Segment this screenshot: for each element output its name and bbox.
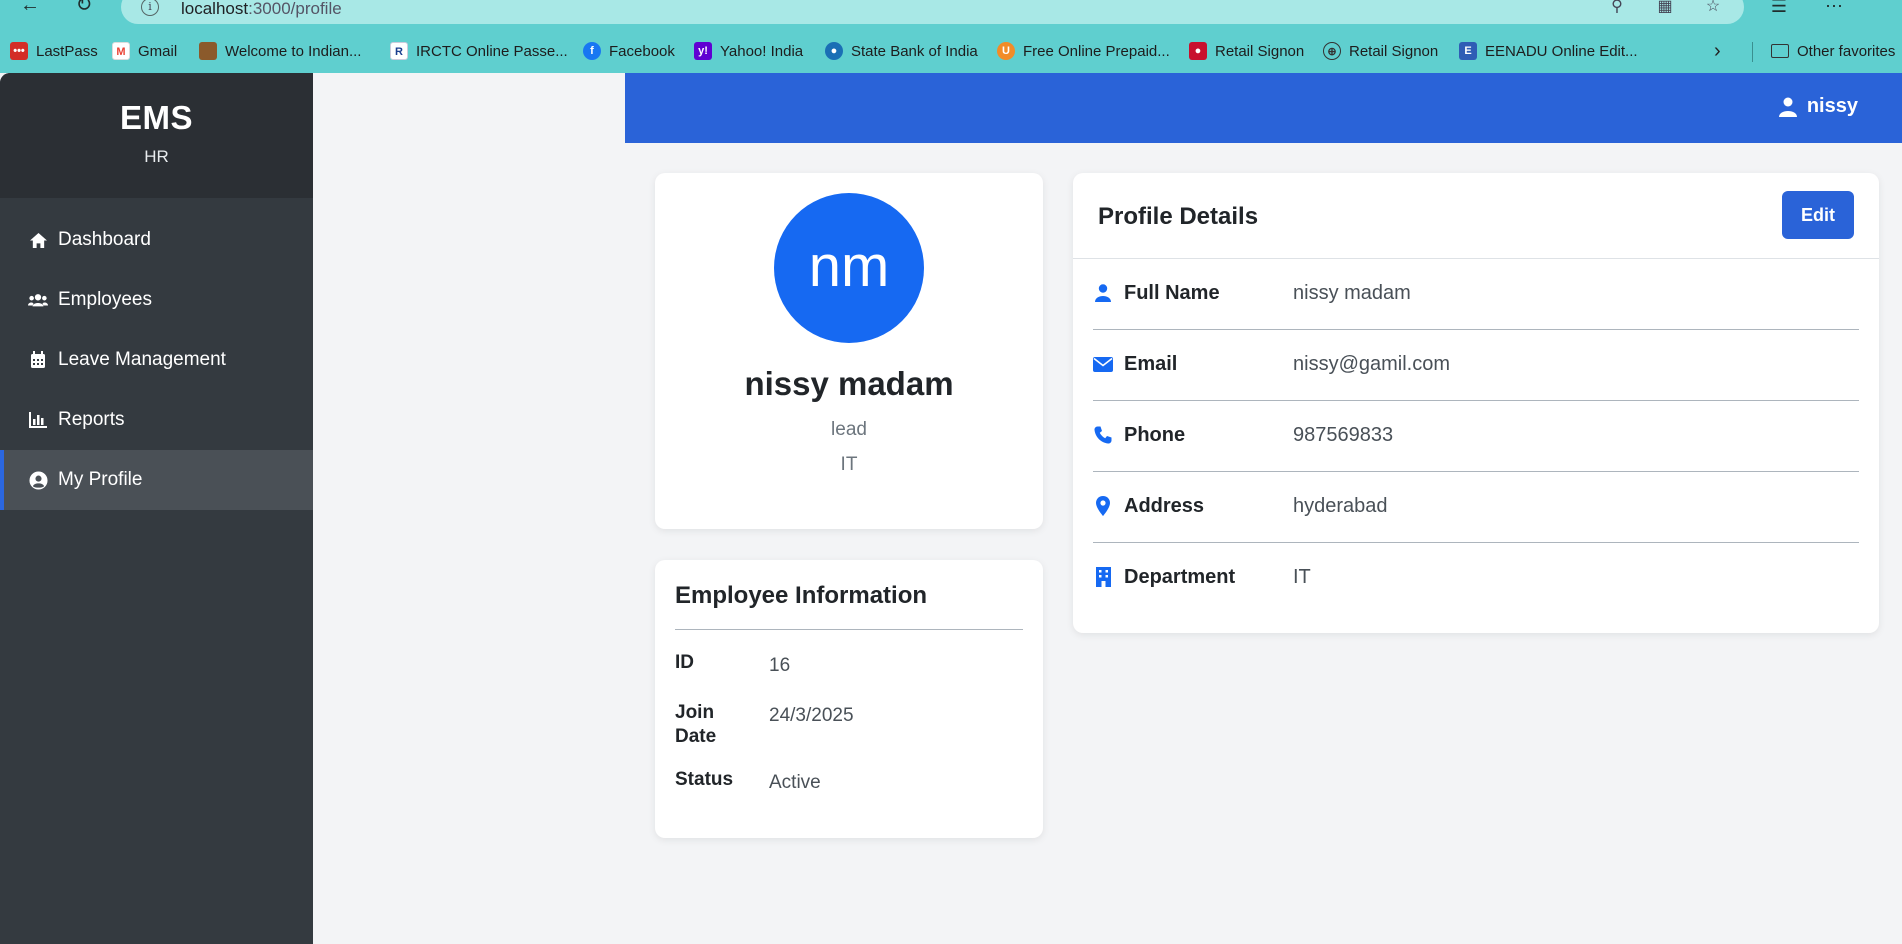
- bookmark-gmail[interactable]: M Gmail: [112, 41, 177, 61]
- detail-row-department: Department IT: [1093, 543, 1859, 614]
- sidebar-item-label: Dashboard: [58, 229, 151, 250]
- bookmark-retail-signon-2[interactable]: ⊕ Retail Signon: [1323, 41, 1438, 61]
- irctc-icon: R: [390, 42, 408, 60]
- facebook-icon: f: [583, 42, 601, 60]
- detail-value: IT: [1293, 566, 1311, 588]
- edit-button[interactable]: Edit: [1782, 191, 1854, 239]
- yahoo-icon: y!: [694, 42, 712, 60]
- profile-name: nissy madam: [744, 365, 954, 402]
- bookmark-prepaid[interactable]: U Free Online Prepaid...: [997, 41, 1170, 61]
- sidebar-item-my-profile[interactable]: My Profile: [0, 450, 313, 510]
- building-icon: [1093, 566, 1113, 588]
- detail-row-address: Address hyderabad: [1093, 472, 1859, 543]
- gmail-icon: M: [112, 42, 130, 60]
- detail-row-phone: Phone 987569833: [1093, 401, 1859, 472]
- calendar-icon: [28, 350, 48, 370]
- detail-label: Department: [1124, 566, 1236, 588]
- user-icon: [1778, 97, 1797, 117]
- sidebar-item-label: Leave Management: [58, 349, 226, 370]
- avatar: nm: [774, 193, 924, 343]
- map-pin-icon: [1093, 495, 1113, 517]
- browser-chrome: ← ↻ i localhost:3000/profile ⚲ ▦ ☆ ☰ ⋯ •…: [0, 0, 1902, 73]
- chart-icon: [28, 410, 48, 430]
- bookmark-yahoo[interactable]: y! Yahoo! India: [694, 41, 803, 61]
- sidebar: EMS HR Dashboard Employees Leave Managem…: [0, 73, 313, 944]
- phone-icon: [1093, 424, 1113, 446]
- detail-label: Phone: [1124, 424, 1186, 446]
- sidebar-item-label: My Profile: [58, 469, 143, 490]
- lastpass-icon: •••: [10, 42, 28, 60]
- retail-signon-icon: ●: [1189, 42, 1207, 60]
- url-text[interactable]: localhost:3000/profile: [181, 0, 342, 19]
- top-navbar: nissy: [625, 73, 1902, 143]
- address-row: ← ↻ i localhost:3000/profile ⚲ ▦ ☆ ☰ ⋯: [0, 0, 1902, 24]
- folder-icon: [1771, 44, 1789, 58]
- chevron-right-icon[interactable]: ›: [1714, 40, 1721, 63]
- username: nissy: [1806, 95, 1858, 117]
- refresh-icon[interactable]: ↻: [72, 0, 96, 18]
- key-icon[interactable]: ⚲: [1606, 0, 1628, 16]
- indian-site-icon: [199, 42, 217, 60]
- address-bar[interactable]: i localhost:3000/profile ⚲ ▦ ☆: [121, 0, 1744, 24]
- info-label-id: ID: [675, 652, 694, 673]
- more-icon[interactable]: ⋯: [1821, 0, 1847, 18]
- detail-value: 987569833: [1293, 424, 1394, 446]
- employee-info-title: Employee Information: [675, 582, 928, 609]
- prepaid-icon: U: [997, 42, 1015, 60]
- detail-value: hyderabad: [1293, 495, 1388, 517]
- employee-info-card: Employee Information ID 16 Join Date 24/…: [655, 560, 1043, 838]
- detail-label: Address: [1124, 495, 1205, 517]
- info-value-join-date: 24/3/2025: [769, 705, 854, 726]
- info-label-join-date: Join Date: [675, 702, 717, 747]
- bookmark-lastpass[interactable]: ••• LastPass: [10, 41, 98, 61]
- detail-label: Email: [1124, 353, 1178, 375]
- profile-details-card: Profile Details Edit Full Name nissy mad…: [1073, 173, 1879, 633]
- bookmark-sbi[interactable]: ● State Bank of India: [825, 41, 978, 61]
- sidebar-item-label: Reports: [58, 409, 125, 430]
- sidebar-item-leave-management[interactable]: Leave Management: [0, 330, 313, 390]
- detail-label: Full Name: [1124, 282, 1220, 304]
- home-icon: [28, 230, 48, 250]
- sbi-icon: ●: [825, 42, 843, 60]
- brand-title: EMS: [119, 99, 193, 136]
- info-label-status: Status: [675, 769, 734, 790]
- profile-card: nm nissy madam lead IT: [655, 173, 1043, 529]
- sidebar-item-dashboard[interactable]: Dashboard: [0, 210, 313, 270]
- info-value-id: 16: [769, 655, 791, 676]
- users-icon: [28, 290, 48, 310]
- profile-department: IT: [840, 454, 858, 475]
- detail-row-full-name: Full Name nissy madam: [1093, 259, 1859, 330]
- divider: [675, 629, 1023, 630]
- envelope-icon: [1093, 353, 1113, 375]
- user-icon: [1093, 282, 1113, 304]
- detail-value: nissy madam: [1293, 282, 1411, 304]
- divider: [1752, 42, 1753, 62]
- eenadu-icon: E: [1459, 42, 1477, 60]
- back-arrow-icon[interactable]: ←: [18, 0, 42, 18]
- profile-details-title: Profile Details: [1098, 203, 1259, 230]
- bookmark-facebook[interactable]: f Facebook: [583, 41, 675, 61]
- profile-role: lead: [831, 419, 867, 440]
- bookmark-retail-signon-1[interactable]: ● Retail Signon: [1189, 41, 1304, 61]
- star-icon[interactable]: ☆: [1702, 0, 1724, 16]
- sidebar-item-employees[interactable]: Employees: [0, 270, 313, 330]
- bookmarks-bar: ••• LastPass M Gmail Welcome to Indian... …: [0, 38, 1902, 64]
- user-menu[interactable]: nissy: [1778, 95, 1858, 118]
- apps-icon[interactable]: ▦: [1654, 0, 1676, 16]
- detail-value: nissy@gamil.com: [1293, 353, 1451, 375]
- info-value-status: Active: [769, 772, 821, 793]
- bookmark-eenadu[interactable]: E EENADU Online Edit...: [1459, 41, 1638, 61]
- bookmark-irctc[interactable]: R IRCTC Online Passe...: [390, 41, 568, 61]
- favorites-icon[interactable]: ☰: [1766, 0, 1792, 18]
- sidebar-item-reports[interactable]: Reports: [0, 390, 313, 450]
- brand: EMS HR: [0, 73, 313, 198]
- brand-subtitle: HR: [144, 147, 169, 166]
- other-favorites[interactable]: Other favorites: [1771, 41, 1895, 61]
- bookmark-indian[interactable]: Welcome to Indian...: [199, 41, 361, 61]
- sidebar-item-label: Employees: [58, 289, 152, 310]
- globe-icon: ⊕: [1323, 42, 1341, 60]
- user-circle-icon: [28, 470, 48, 490]
- info-icon[interactable]: i: [141, 0, 159, 16]
- detail-row-email: Email nissy@gamil.com: [1093, 330, 1859, 401]
